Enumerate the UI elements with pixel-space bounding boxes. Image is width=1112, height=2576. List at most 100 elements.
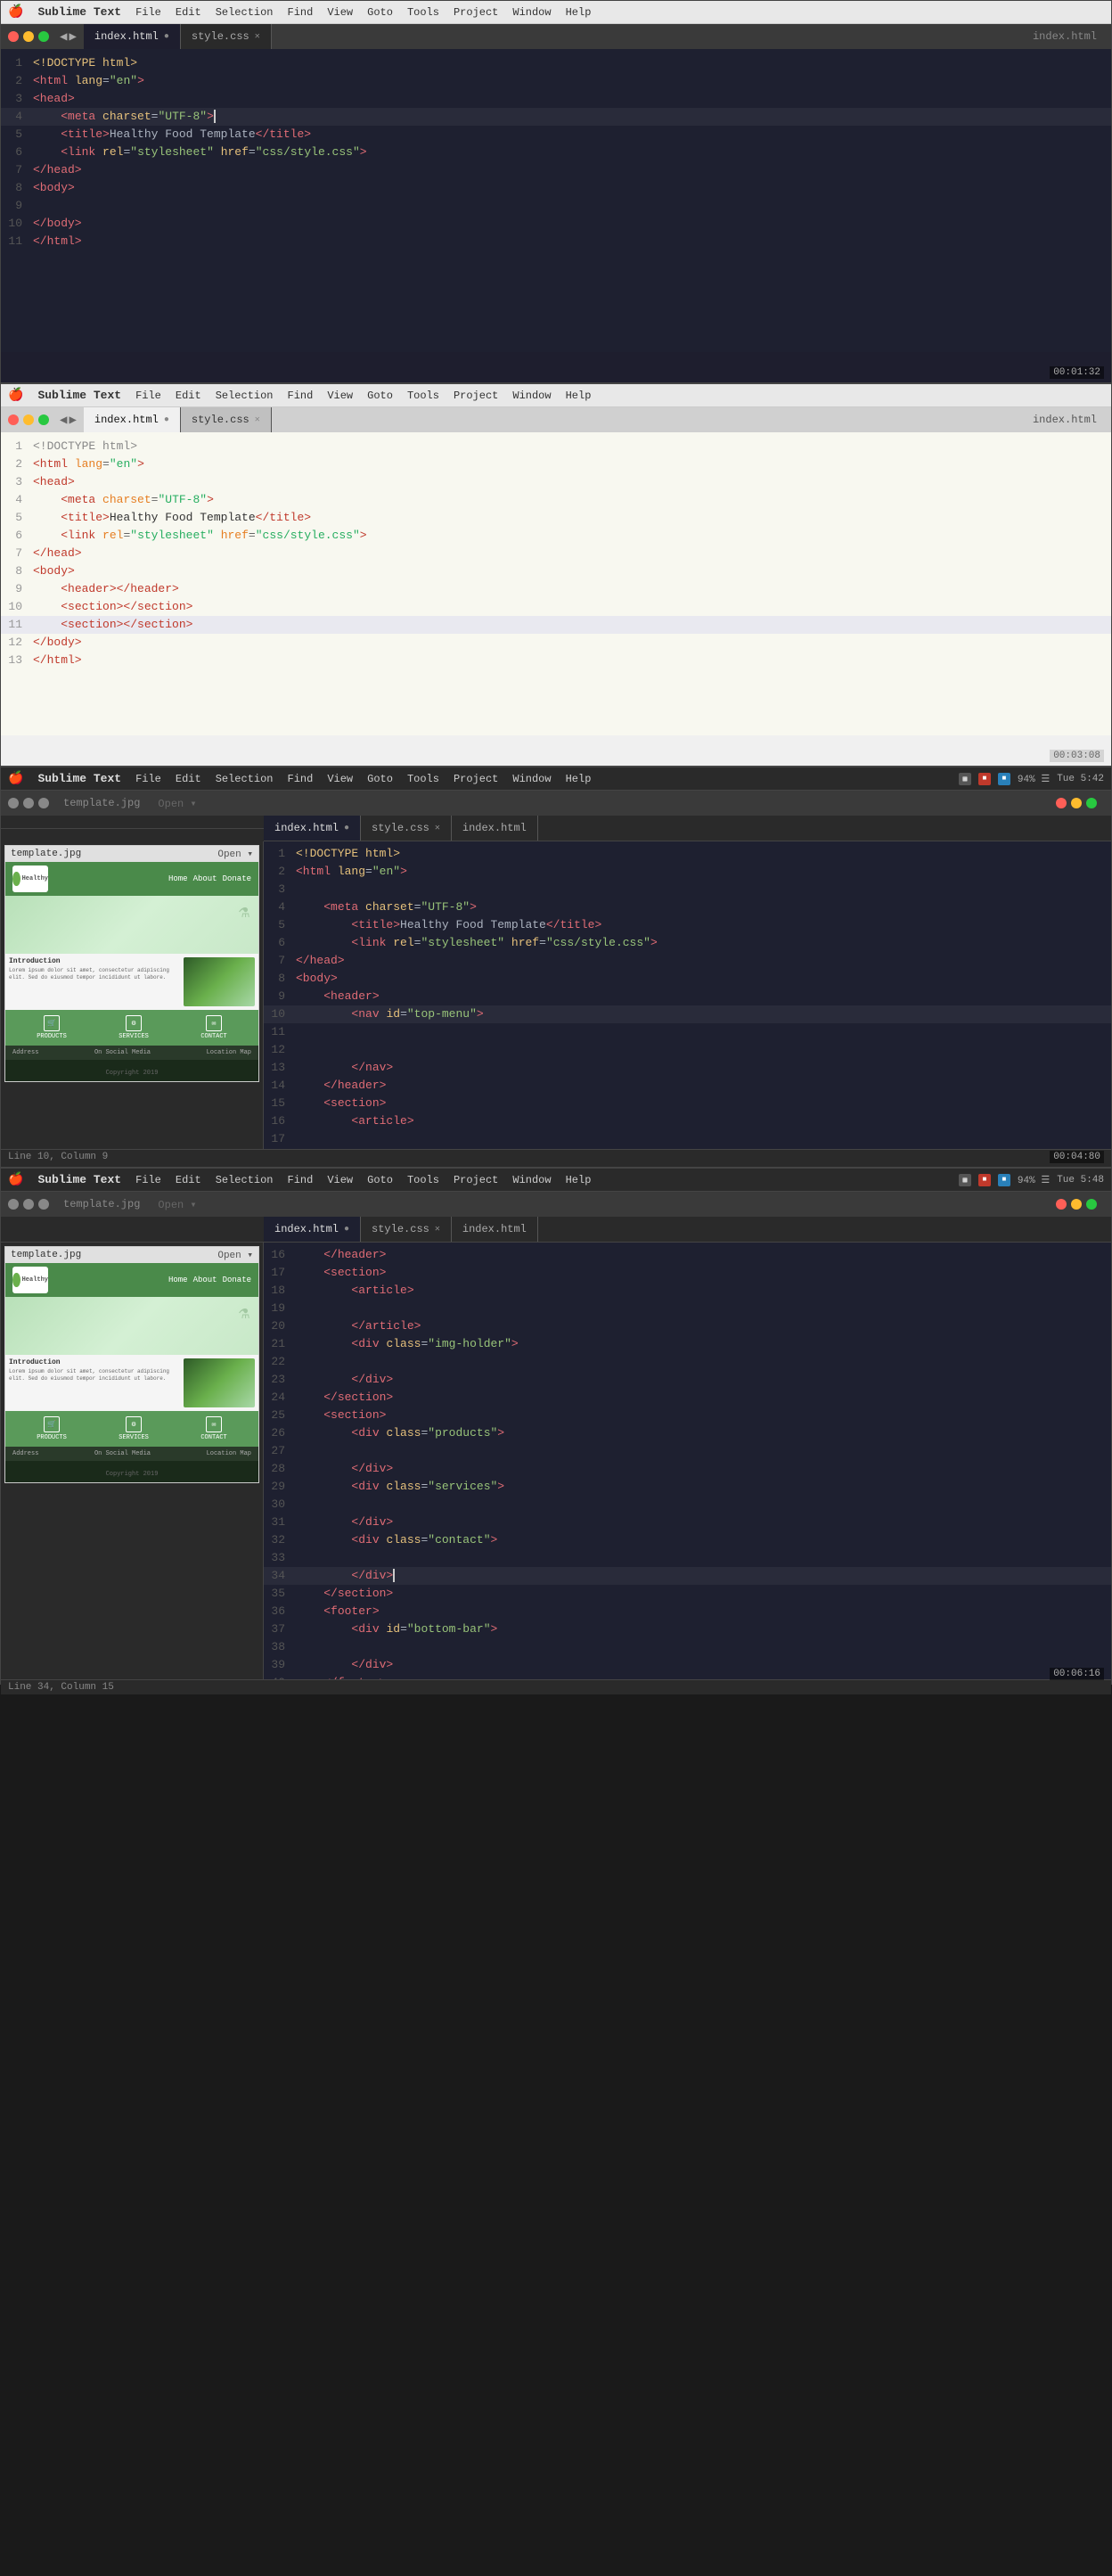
- tab-close-4[interactable]: ●: [344, 1225, 349, 1235]
- menu-find-2[interactable]: Find: [288, 390, 314, 402]
- tl-red-4[interactable]: [1056, 1199, 1067, 1210]
- nav-back-1[interactable]: ◀: [60, 29, 67, 45]
- menu-tools-3[interactable]: Tools: [407, 773, 439, 785]
- menu-tools-4[interactable]: Tools: [407, 1174, 439, 1186]
- tl-green-2[interactable]: [38, 414, 49, 425]
- tab-close-css-2[interactable]: ✕: [255, 414, 260, 425]
- tl-red-2[interactable]: [8, 414, 19, 425]
- tab-index-html-1[interactable]: index.html ●: [84, 24, 181, 49]
- menu-window-4[interactable]: Window: [512, 1174, 551, 1186]
- menu-project-2[interactable]: Project: [454, 390, 498, 402]
- menu-goto-3[interactable]: Goto: [367, 773, 393, 785]
- tl-green-4[interactable]: [1086, 1199, 1097, 1210]
- nav-forward-2[interactable]: ▶: [69, 413, 76, 428]
- menu-window-2[interactable]: Window: [512, 390, 551, 402]
- tab-close-css-3[interactable]: ✕: [435, 823, 440, 833]
- tab-index-html-3b[interactable]: index.html: [452, 816, 538, 841]
- menu-goto-1[interactable]: Goto: [367, 6, 393, 19]
- tab-index-html-2[interactable]: index.html ●: [84, 407, 181, 432]
- tab-index-html-4[interactable]: index.html ●: [264, 1217, 361, 1242]
- tl-green-3[interactable]: [1086, 798, 1097, 808]
- tp-open-4[interactable]: Open ▾: [217, 1249, 253, 1261]
- tl-grey-3b[interactable]: [23, 798, 34, 808]
- p3-line-18: 18 </article>: [264, 1148, 1111, 1149]
- menu-help-3[interactable]: Help: [566, 773, 592, 785]
- menu-selection-3[interactable]: Selection: [216, 773, 274, 785]
- tab-style-css-4[interactable]: style.css ✕: [361, 1217, 452, 1242]
- menu-view-4[interactable]: View: [327, 1174, 353, 1186]
- tl-green-1[interactable]: [38, 31, 49, 42]
- menu-file-2[interactable]: File: [135, 390, 161, 402]
- tl-yellow-3[interactable]: [1071, 798, 1082, 808]
- menu-edit-3[interactable]: Edit: [176, 773, 201, 785]
- panel4-editor: 16 </header> 17 <section> 18 <article> 1…: [264, 1243, 1111, 1679]
- menu-find-3[interactable]: Find: [288, 773, 314, 785]
- menu-tools-2[interactable]: Tools: [407, 390, 439, 402]
- tp-nav-3: Home About Donate: [168, 874, 251, 883]
- menu-view-2[interactable]: View: [327, 390, 353, 402]
- tp-intro-4: Introduction Lorem ipsum dolor sit amet,…: [5, 1355, 258, 1411]
- menu-project-4[interactable]: Project: [454, 1174, 498, 1186]
- tab-close-css-4[interactable]: ✕: [435, 1224, 440, 1235]
- p3-line-10[interactable]: 10 <nav id="top-menu">: [264, 1005, 1111, 1023]
- menu-tools-1[interactable]: Tools: [407, 6, 439, 19]
- menu-view-3[interactable]: View: [327, 773, 353, 785]
- p4-line-34[interactable]: 34 </div>: [264, 1567, 1111, 1585]
- open-btn-4[interactable]: Open ▾: [158, 1198, 196, 1211]
- tab-index-html-4b[interactable]: index.html: [452, 1217, 538, 1242]
- menu-file-4[interactable]: File: [135, 1174, 161, 1186]
- menu-help-1[interactable]: Help: [566, 6, 592, 19]
- code-line-2-6: 6 <link rel="stylesheet" href="css/style…: [1, 527, 1111, 545]
- menu-edit-4[interactable]: Edit: [176, 1174, 201, 1186]
- tab-label-3: index.html: [274, 822, 339, 834]
- tab-close-2[interactable]: ●: [164, 415, 169, 425]
- menu-goto-2[interactable]: Goto: [367, 390, 393, 402]
- code-line-1-4[interactable]: 4 <meta charset="UTF-8">: [1, 108, 1111, 126]
- menu-goto-4[interactable]: Goto: [367, 1174, 393, 1186]
- menu-file-1[interactable]: File: [135, 6, 161, 19]
- open-btn-3[interactable]: Open ▾: [158, 797, 196, 810]
- tl-yellow-4[interactable]: [1071, 1199, 1082, 1210]
- menu-project-1[interactable]: Project: [454, 6, 498, 19]
- menu-help-4[interactable]: Help: [566, 1174, 592, 1186]
- tab-index-html-3[interactable]: index.html ●: [264, 816, 361, 841]
- panel4-window: 🍎 Sublime Text File Edit Selection Find …: [0, 1168, 1112, 1685]
- tl-grey-4c[interactable]: [38, 1199, 49, 1210]
- tl-grey-4a[interactable]: [8, 1199, 19, 1210]
- tab-style-css-2[interactable]: style.css ✕: [181, 407, 272, 432]
- tl-grey-4b[interactable]: [23, 1199, 34, 1210]
- menu-find-1[interactable]: Find: [288, 6, 314, 19]
- menu-selection-2[interactable]: Selection: [216, 390, 274, 402]
- nav-back-2[interactable]: ◀: [60, 413, 67, 428]
- tl-grey-3a[interactable]: [8, 798, 19, 808]
- menu-help-2[interactable]: Help: [566, 390, 592, 402]
- menu-window-3[interactable]: Window: [512, 773, 551, 785]
- nav-forward-1[interactable]: ▶: [69, 29, 76, 45]
- menu-file-3[interactable]: File: [135, 773, 161, 785]
- menu-window-1[interactable]: Window: [512, 6, 551, 19]
- tl-yellow-2[interactable]: [23, 414, 34, 425]
- code-line-2-12: 12 </body>: [1, 634, 1111, 652]
- menu-edit-1[interactable]: Edit: [176, 6, 201, 19]
- tab-style-css-1[interactable]: style.css ✕: [181, 24, 272, 49]
- tl-grey-3c[interactable]: [38, 798, 49, 808]
- tab-style-css-3[interactable]: style.css ✕: [361, 816, 452, 841]
- tl-yellow-1[interactable]: [23, 31, 34, 42]
- menu-view-1[interactable]: View: [327, 6, 353, 19]
- tab-close-3[interactable]: ●: [344, 824, 349, 833]
- tp-icon-services-4: ⚙: [126, 1416, 142, 1432]
- menu-project-3[interactable]: Project: [454, 773, 498, 785]
- menu-selection-1[interactable]: Selection: [216, 6, 274, 19]
- tp-open-3[interactable]: Open ▾: [217, 848, 253, 860]
- tl-red-3[interactable]: [1056, 798, 1067, 808]
- tab-label-2: index.html: [94, 414, 159, 426]
- menu-edit-2[interactable]: Edit: [176, 390, 201, 402]
- tab-close-1[interactable]: ●: [164, 32, 169, 42]
- menu-selection-4[interactable]: Selection: [216, 1174, 274, 1186]
- tab-close-css-1[interactable]: ✕: [255, 31, 260, 42]
- menu-find-4[interactable]: Find: [288, 1174, 314, 1186]
- icon-sq-4b: ■: [978, 1174, 991, 1186]
- tl-red-1[interactable]: [8, 31, 19, 42]
- tp-nav-about-4: About: [193, 1276, 217, 1284]
- nav-arrows-2: ◀ ▶: [60, 413, 77, 428]
